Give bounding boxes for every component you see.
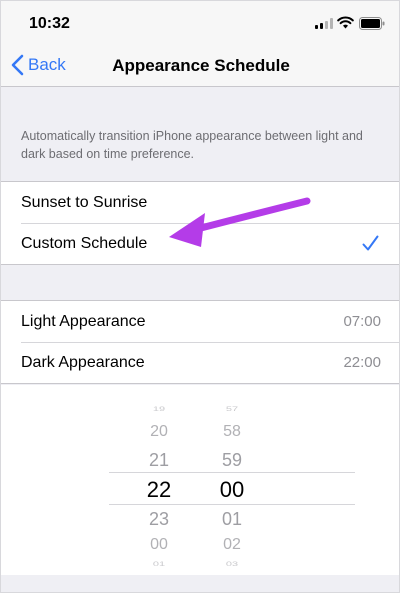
battery-icon — [359, 17, 385, 30]
schedule-options-group: Sunset to Sunrise Custom Schedule — [1, 181, 399, 265]
hour-option: 21 — [148, 450, 170, 470]
section-description: Automatically transition iPhone appearan… — [21, 129, 363, 161]
hour-option: 00 — [150, 536, 168, 553]
row-label: Light Appearance — [21, 312, 146, 330]
minute-option: 59 — [221, 450, 243, 470]
dark-appearance-row[interactable]: Dark Appearance 22:00 — [1, 342, 399, 383]
minute-option: 57 — [225, 405, 239, 413]
page-title: Appearance Schedule — [112, 56, 290, 75]
light-appearance-time: 07:00 — [343, 313, 381, 330]
status-time: 10:32 — [29, 15, 70, 32]
checkmark-icon — [362, 235, 379, 251]
hour-option: 19 — [152, 405, 166, 413]
time-picker[interactable]: 19 20 21 22 23 00 01 57 58 59 00 01 02 0… — [1, 385, 399, 575]
minute-option: 03 — [225, 560, 239, 568]
option-sunset-to-sunrise[interactable]: Sunset to Sunrise — [1, 182, 399, 223]
picker-selection-top — [109, 472, 355, 473]
dark-appearance-time: 22:00 — [343, 354, 381, 371]
picker-selection-bottom — [109, 504, 355, 505]
light-appearance-row[interactable]: Light Appearance 07:00 — [1, 301, 399, 342]
hour-option: 20 — [150, 423, 168, 440]
settings-screen: 10:32 Back Appearance Schedule Automatic… — [0, 0, 400, 593]
row-label: Dark Appearance — [21, 353, 145, 371]
navigation-bar: Back Appearance Schedule — [1, 45, 399, 87]
appearance-times-group: Light Appearance 07:00 Dark Appearance 2… — [1, 300, 399, 384]
option-label: Custom Schedule — [21, 234, 148, 252]
hour-selected: 22 — [146, 477, 172, 502]
minute-option: 58 — [223, 423, 241, 440]
minute-option: 01 — [221, 509, 243, 529]
minute-selected: 00 — [219, 477, 245, 502]
option-custom-schedule[interactable]: Custom Schedule — [1, 223, 399, 264]
wifi-icon — [337, 16, 354, 29]
cellular-signal-icon — [315, 18, 333, 29]
hour-option: 23 — [148, 509, 170, 529]
status-bar: 10:32 — [1, 1, 399, 45]
hour-option: 01 — [152, 560, 166, 568]
minute-option: 02 — [223, 536, 241, 553]
option-label: Sunset to Sunrise — [21, 193, 148, 211]
